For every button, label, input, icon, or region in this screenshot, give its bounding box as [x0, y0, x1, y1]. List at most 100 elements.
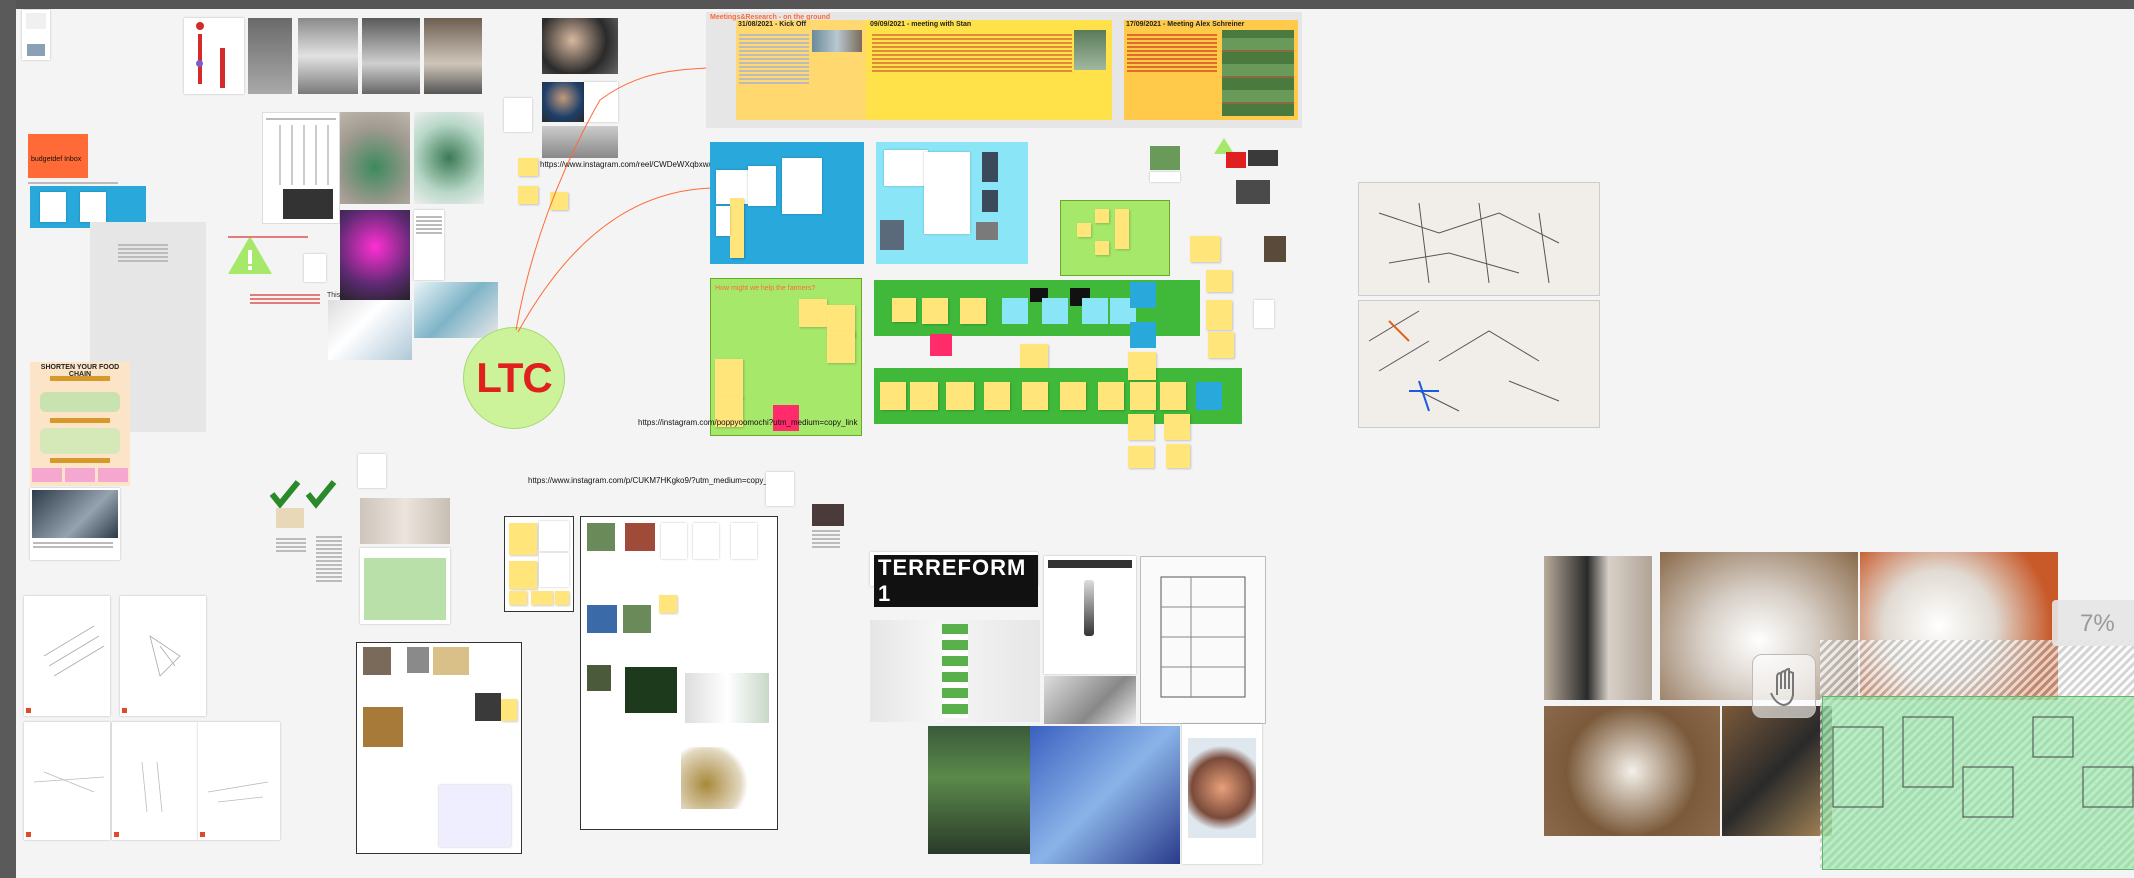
pink-sticky[interactable]: [930, 334, 952, 356]
blue-sticky[interactable]: [1082, 298, 1108, 324]
sticky-note[interactable]: [892, 298, 916, 322]
sticky-note[interactable]: [946, 382, 974, 410]
sticky-note[interactable]: [1098, 382, 1124, 410]
doc-card[interactable]: [539, 553, 569, 587]
whiteboard-canvas[interactable]: budgetdef Inbox SHORTEN YOUR FOOD CHAIN: [0, 0, 2134, 878]
collage-frame[interactable]: [356, 642, 522, 854]
sticky-note[interactable]: [501, 699, 517, 721]
sketch-photo[interactable]: [1358, 300, 1600, 428]
sticky-note[interactable]: [1020, 344, 1048, 368]
sticky-note[interactable]: [1128, 414, 1154, 440]
sticky-note[interactable]: [922, 298, 948, 324]
sticky-note[interactable]: [1139, 203, 1161, 233]
alex-note[interactable]: 17/09/2021 - Meeting Alex Schreiner: [1124, 20, 1298, 120]
meetings-frame[interactable]: Meetings&Research - on the ground 31/08/…: [706, 12, 1302, 128]
small-photo[interactable]: [1264, 236, 1286, 262]
sticky-note[interactable]: [730, 198, 744, 258]
lime-frame[interactable]: [1060, 200, 1170, 276]
chat-card[interactable]: [439, 785, 511, 847]
blue-sticky[interactable]: [1130, 282, 1156, 308]
device-photo[interactable]: [1722, 706, 1832, 836]
sticky-note[interactable]: [509, 523, 537, 555]
doc-card[interactable]: [731, 523, 757, 559]
research-frame[interactable]: [580, 516, 778, 830]
sticky-note[interactable]: [1166, 444, 1190, 468]
sticky-note[interactable]: [799, 299, 827, 327]
app-screenshot[interactable]: [1182, 724, 1262, 864]
sticky-note[interactable]: [1128, 352, 1156, 380]
sticky-note[interactable]: [509, 561, 537, 589]
red-sticky[interactable]: [1226, 152, 1246, 168]
kickoff-note[interactable]: 31/08/2021 - Kick Off: [736, 20, 868, 120]
sticky-note[interactable]: [659, 595, 677, 613]
sticky-note[interactable]: [509, 591, 527, 605]
caption-card[interactable]: [1150, 172, 1180, 182]
hand-cursor-icon[interactable]: [1752, 654, 1816, 718]
device-photo[interactable]: [1544, 706, 1720, 836]
flow-frame-1[interactable]: [874, 280, 1200, 348]
sticky-note[interactable]: [531, 591, 553, 605]
vertical-farm-photo[interactable]: [870, 620, 1040, 722]
sticky-note[interactable]: [1128, 446, 1154, 468]
sticky-note[interactable]: [827, 331, 855, 363]
terreform-card[interactable]: TERREFORM 1: [870, 552, 1038, 607]
sketch-photo[interactable]: [360, 498, 450, 544]
sticky-note[interactable]: [1164, 414, 1190, 440]
small-photo[interactable]: [1248, 150, 1278, 166]
sticky-note[interactable]: [1060, 382, 1086, 410]
doc-card[interactable]: [884, 150, 928, 186]
doc-card[interactable]: [924, 152, 970, 234]
how-might-we-frame[interactable]: How might we help the farmers?: [710, 278, 862, 436]
doc-card[interactable]: [748, 166, 776, 206]
blue-sticky[interactable]: [1042, 298, 1068, 324]
blue-sticky[interactable]: [1002, 298, 1028, 324]
sticky-note[interactable]: [1130, 382, 1156, 410]
blue-sticky[interactable]: [1196, 382, 1222, 410]
doc-card[interactable]: [661, 523, 687, 559]
product-card[interactable]: [1044, 556, 1136, 674]
link-instagram-3[interactable]: https://www.instagram.com/p/CUKM7HKgko9/…: [528, 476, 780, 485]
lightblue-frame[interactable]: [876, 142, 1028, 264]
sticky-note[interactable]: [1206, 270, 1232, 292]
sticky-note[interactable]: [984, 382, 1010, 410]
doc-card[interactable]: [693, 523, 719, 559]
device-photo[interactable]: [1544, 556, 1652, 700]
doc-card[interactable]: [766, 472, 794, 506]
sticky-note[interactable]: [1115, 209, 1129, 249]
sticky-note[interactable]: [1095, 209, 1109, 223]
sketch-photo[interactable]: [1358, 182, 1600, 296]
sticky-note[interactable]: [715, 359, 743, 399]
doc-card[interactable]: [539, 521, 569, 551]
sticky-note[interactable]: [1206, 300, 1232, 330]
sticky-note[interactable]: [910, 382, 938, 410]
doc-card[interactable]: [1254, 300, 1274, 328]
sticky-note[interactable]: [880, 382, 906, 410]
product-photo[interactable]: [1044, 676, 1136, 724]
greenhouse-render[interactable]: [1030, 726, 1180, 864]
farm-render[interactable]: [928, 726, 1032, 854]
blueprint-photo[interactable]: [1140, 556, 1266, 724]
doc-card[interactable]: [716, 206, 730, 236]
blue-sticky[interactable]: [1130, 322, 1156, 348]
sticky-note[interactable]: [555, 591, 569, 605]
doc-card[interactable]: [782, 158, 822, 214]
doc-card[interactable]: [358, 454, 386, 488]
small-photo[interactable]: [812, 504, 844, 526]
video-thumbnail[interactable]: [625, 667, 677, 713]
stan-note[interactable]: 09/09/2021 - meeting with Stan: [866, 20, 1112, 120]
zoom-indicator[interactable]: 7%: [2052, 600, 2134, 646]
sticky-frame[interactable]: [504, 516, 574, 612]
sticky-note[interactable]: [1077, 223, 1091, 237]
blue-frame[interactable]: [710, 142, 864, 264]
sticky-note[interactable]: [1022, 382, 1048, 410]
small-photo[interactable]: [1150, 146, 1180, 170]
sticky-note[interactable]: [960, 298, 986, 324]
small-photo[interactable]: [1236, 180, 1270, 204]
small-photo[interactable]: [276, 508, 304, 528]
sticky-note[interactable]: [1160, 382, 1186, 410]
sticky-note[interactable]: [1190, 236, 1220, 262]
minimap-viewport[interactable]: [1822, 696, 2134, 870]
sticky-note[interactable]: [1095, 241, 1109, 255]
link-instagram-2[interactable]: https://instagram.com/poppyoomochi?utm_m…: [638, 418, 857, 427]
sticky-note[interactable]: [1208, 332, 1234, 358]
